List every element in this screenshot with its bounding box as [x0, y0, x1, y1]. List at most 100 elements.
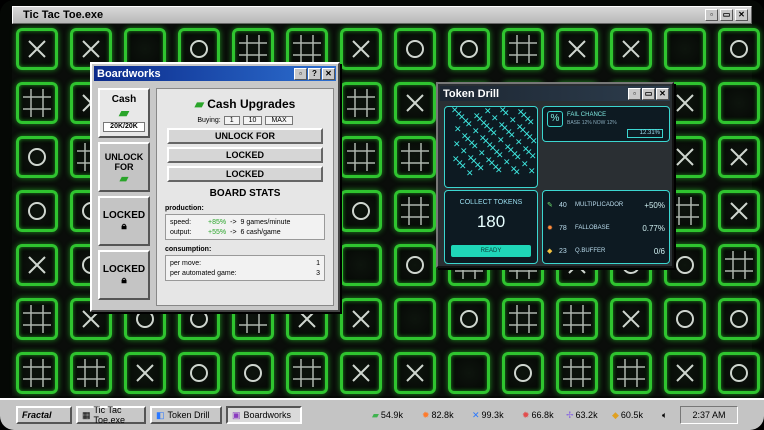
board-cell[interactable]: [394, 298, 436, 340]
svg-text:✕: ✕: [524, 115, 532, 125]
board-cell[interactable]: [286, 352, 328, 394]
board-cell[interactable]: [16, 244, 58, 286]
token-drill-titlebar[interactable]: Token Drill ▫ ▭ ✕: [440, 86, 670, 101]
start-button[interactable]: Fractal: [16, 406, 72, 424]
minimize-button[interactable]: ▫: [705, 9, 718, 21]
upgrade-locked-button[interactable]: LOCKED: [167, 166, 323, 182]
board-cell[interactable]: [556, 298, 598, 340]
board-cell[interactable]: [340, 190, 382, 232]
board-cell[interactable]: [448, 298, 490, 340]
close-button[interactable]: ✕: [656, 87, 669, 100]
buying-selector: Buying: 1 10 MAX: [157, 116, 333, 125]
minimize-button[interactable]: ▫: [294, 67, 307, 80]
board-cell[interactable]: [610, 298, 652, 340]
production-label: production:: [165, 205, 204, 212]
gem-icon: ◆: [547, 248, 553, 255]
tab-locked[interactable]: LOCKED 🔒︎: [98, 196, 150, 246]
drill-icon: ◧: [156, 409, 165, 420]
tab-label: UNLOCK FOR: [104, 152, 144, 172]
taskbar-item-boardworks[interactable]: ▣ Boardworks: [226, 406, 302, 424]
taskbar-item-tictactoe[interactable]: ▦ Tic Tac Toe.exe: [76, 405, 146, 425]
fail-chance-base: BASE 12% NOW 12%: [567, 120, 617, 126]
buy-10-button[interactable]: 10: [242, 116, 263, 125]
drill-visualizer[interactable]: ✕ ✕ ✕ ✕ ✕ ✕ ✕ ✕ ✕ ✕ ✕ ✕ ✕ ✕ ✕ ✕ ✕ ✕ ✕ ✕ ✕ ✕ ✕ ✕ ✕ ✕ ✕ ✕ ✕ ✕ ✕ ✕ ✕ ✕ ✕ ✕ ✕ ✕ ✕ ✕…: [444, 106, 538, 188]
board-cell[interactable]: [16, 136, 58, 178]
board-cell[interactable]: [340, 82, 382, 124]
board-cell[interactable]: [16, 190, 58, 232]
board-cell[interactable]: [16, 298, 58, 340]
board-cell[interactable]: [664, 28, 706, 70]
board-cell[interactable]: [664, 352, 706, 394]
board-cell[interactable]: [394, 136, 436, 178]
board-cell[interactable]: [340, 352, 382, 394]
taskbar-item-token-drill[interactable]: ◧ Token Drill: [150, 406, 222, 424]
maximize-button[interactable]: ▭: [642, 87, 655, 100]
token-drill-title: Token Drill: [443, 87, 500, 100]
speaker-icon[interactable]: 🔈︎: [662, 408, 667, 422]
drill-upgrade-row[interactable]: ✹ 78 FALLOBASE 0.77%: [547, 218, 665, 238]
resource-value: 63.2k: [575, 410, 598, 420]
stat-row: output: +55% -> 6 cash/game: [170, 227, 320, 237]
arrow-icon: ->: [230, 228, 237, 236]
board-cell[interactable]: [718, 298, 760, 340]
board-cell[interactable]: [16, 28, 58, 70]
stat-value: 9 games/minute: [240, 218, 291, 226]
drill-upgrade-row[interactable]: ✎ 40 MULTIPLICADOR +50%: [547, 195, 665, 215]
board-cell[interactable]: [340, 136, 382, 178]
close-button[interactable]: ✕: [735, 9, 748, 21]
board-cell[interactable]: [340, 28, 382, 70]
buy-max-button[interactable]: MAX: [265, 116, 293, 125]
resource-value: 82.8k: [431, 410, 454, 420]
board-cell[interactable]: [718, 352, 760, 394]
drill-upgrade-row[interactable]: ◆ 23 Q.BUFFER 0/6: [547, 241, 665, 261]
board-cell[interactable]: [394, 190, 436, 232]
board-cell[interactable]: [502, 28, 544, 70]
upgrade-value: +50%: [644, 200, 665, 210]
minimize-button[interactable]: ▫: [628, 87, 641, 100]
board-cell[interactable]: [16, 82, 58, 124]
main-window-title: Tic Tac Toe.exe: [23, 9, 104, 21]
board-cell[interactable]: [394, 82, 436, 124]
board-cell[interactable]: [718, 244, 760, 286]
board-cell[interactable]: [394, 244, 436, 286]
tab-unlock[interactable]: UNLOCK FOR ▰: [98, 142, 150, 192]
board-cell[interactable]: [340, 244, 382, 286]
maximize-button[interactable]: ▭: [720, 9, 733, 21]
board-cell[interactable]: [502, 352, 544, 394]
board-cell[interactable]: [232, 352, 274, 394]
board-cell[interactable]: [718, 190, 760, 232]
board-cell[interactable]: [718, 28, 760, 70]
board-cell[interactable]: [502, 298, 544, 340]
tab-locked[interactable]: LOCKED 🔒︎: [98, 250, 150, 300]
board-cell[interactable]: [178, 352, 220, 394]
tab-cash[interactable]: Cash ▰ 20K/20K: [98, 88, 150, 138]
board-cell[interactable]: [124, 352, 166, 394]
buy-1-button[interactable]: 1: [223, 116, 240, 125]
close-button[interactable]: ✕: [322, 67, 335, 80]
boardworks-titlebar[interactable]: Boardworks ▫ ? ✕: [94, 66, 336, 81]
board-cell[interactable]: [556, 352, 598, 394]
svg-text:✕: ✕: [487, 126, 495, 136]
board-cell[interactable]: [448, 28, 490, 70]
upgrade-level: 23: [559, 247, 567, 255]
board-cell[interactable]: [394, 28, 436, 70]
board-cell[interactable]: [70, 352, 112, 394]
board-cell[interactable]: [556, 28, 598, 70]
board-cell[interactable]: [340, 298, 382, 340]
board-cell[interactable]: [610, 28, 652, 70]
board-cell[interactable]: [16, 352, 58, 394]
help-button[interactable]: ?: [308, 67, 321, 80]
board-cell[interactable]: [718, 136, 760, 178]
board-cell[interactable]: [394, 352, 436, 394]
upgrade-unlock-button[interactable]: UNLOCK FOR: [167, 128, 323, 144]
ready-button[interactable]: READY: [451, 245, 531, 257]
board-cell[interactable]: [610, 352, 652, 394]
tab-count: 20K/20K: [103, 122, 145, 132]
upgrade-locked-button[interactable]: LOCKED: [167, 147, 323, 163]
board-cell[interactable]: [448, 352, 490, 394]
board-cell[interactable]: [664, 298, 706, 340]
board-cell[interactable]: [718, 82, 760, 124]
svg-text:✕: ✕: [511, 150, 519, 160]
main-window-titlebar[interactable]: Tic Tac Toe.exe ▫ ▭ ✕: [12, 6, 752, 24]
cash-icon: ▰: [372, 409, 379, 420]
